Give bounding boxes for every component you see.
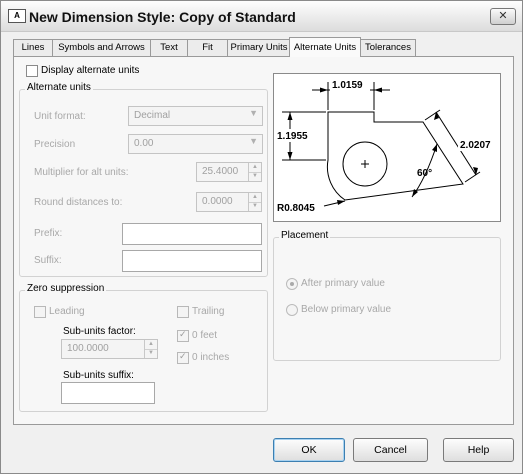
arrow-icon [320,87,328,93]
dialog-window: A New Dimension Style: Copy of Standard … [0,0,523,474]
spin-down-icon[interactable]: ▼ [249,172,261,181]
display-alternate-units-label: Display alternate units [41,65,140,76]
alternate-units-legend: Alternate units [25,82,93,93]
tab-alternate-units[interactable]: Alternate Units [289,37,361,57]
round-distances-value: 0.0000 [202,196,233,207]
zero-feet-label: 0 feet [192,330,218,341]
subunits-factor-value: 100.0000 [67,343,109,354]
app-icon: A [8,9,26,23]
multiplier-value: 25.4000 [202,166,239,177]
tab-lines[interactable]: Lines [13,39,53,56]
unit-format-label: Unit format: [34,111,86,122]
subunits-spin-buttons: ▲ ▼ [144,340,157,358]
radius-text: R0.8045 [277,203,315,214]
spin-down-icon[interactable]: ▼ [249,202,261,211]
zero-feet-checkbox[interactable] [177,329,189,342]
precision-value: 0.00 [134,138,154,149]
suffix-label: Suffix: [34,255,62,266]
tab-text[interactable]: Text [150,39,188,56]
title-bar[interactable]: A New Dimension Style: Copy of Standard … [1,1,522,32]
after-primary-label: After primary value [301,278,385,289]
leading-checkbox[interactable] [34,306,46,318]
preview-drawing: 1.0159 1.1955 2.0207 60° R0.8045 [275,78,496,214]
dim-left-text: 1.1955 [277,131,308,142]
multiplier-spin-buttons: ▲ ▼ [248,163,261,181]
dimension-preview: 1.0159 1.1955 2.0207 60° R0.8045 [273,73,501,222]
close-button[interactable]: ✕ [490,8,516,25]
close-icon: ✕ [498,10,508,22]
arrow-icon [337,200,345,205]
placement-legend: Placement [279,230,331,241]
dialog-title: New Dimension Style: Copy of Standard [29,9,296,25]
multiplier-spinner[interactable]: 25.4000 ▲ ▼ [196,162,262,182]
round-distances-label: Round distances to: [34,197,123,208]
dim-diag-text: 2.0207 [460,140,491,151]
arrow-icon [287,112,293,120]
tab-primary-units[interactable]: Primary Units [227,39,291,56]
round-spin-buttons: ▲ ▼ [248,193,261,211]
below-primary-label: Below primary value [301,304,392,315]
prefix-input[interactable] [122,223,262,245]
tab-symbols-and-arrows[interactable]: Symbols and Arrows [52,39,151,56]
zero-suppression-legend: Zero suppression [25,283,107,294]
placement-group [273,237,501,361]
suffix-input[interactable] [122,250,262,272]
arrow-icon [432,144,437,152]
spin-down-icon[interactable]: ▼ [145,349,157,358]
leading-label: Leading [49,306,85,317]
precision-label: Precision [34,139,76,150]
subunits-suffix-label: Sub-units suffix: [63,370,134,381]
part-outline [326,111,464,201]
chevron-down-icon: ▼ [249,108,258,118]
tab-fit[interactable]: Fit [187,39,228,56]
prefix-label: Prefix: [34,228,63,239]
ext-line-diag-2 [464,171,481,183]
subunits-factor-label: Sub-units factor: [63,326,136,337]
unit-format-value: Decimal [134,110,171,121]
display-alternate-units-checkbox[interactable] [26,65,38,77]
trailing-label: Trailing [192,306,225,317]
cancel-button[interactable]: Cancel [353,438,428,462]
precision-select[interactable]: 0.00 ▼ [128,134,263,154]
round-distances-spinner[interactable]: 0.0000 ▲ ▼ [196,192,262,212]
zero-inches-label: 0 inches [192,352,230,363]
dim-top-text: 1.0159 [332,80,363,91]
help-button[interactable]: Help [443,438,514,462]
trailing-checkbox[interactable] [177,306,189,318]
tab-tolerances[interactable]: Tolerances [360,39,416,56]
arrow-icon [374,87,382,93]
below-primary-radio[interactable] [286,304,298,316]
angle-text: 60° [417,168,432,179]
after-primary-radio[interactable] [286,278,298,290]
unit-format-select[interactable]: Decimal ▼ [128,106,263,126]
subunits-factor-spinner[interactable]: 100.0000 ▲ ▼ [61,339,158,359]
ok-button[interactable]: OK [273,438,345,462]
multiplier-label: Multiplier for alt units: [34,167,129,178]
subunits-suffix-input[interactable] [61,382,155,404]
arrow-icon [287,152,293,160]
zero-inches-checkbox[interactable] [177,351,189,364]
chevron-down-icon: ▼ [249,136,258,146]
